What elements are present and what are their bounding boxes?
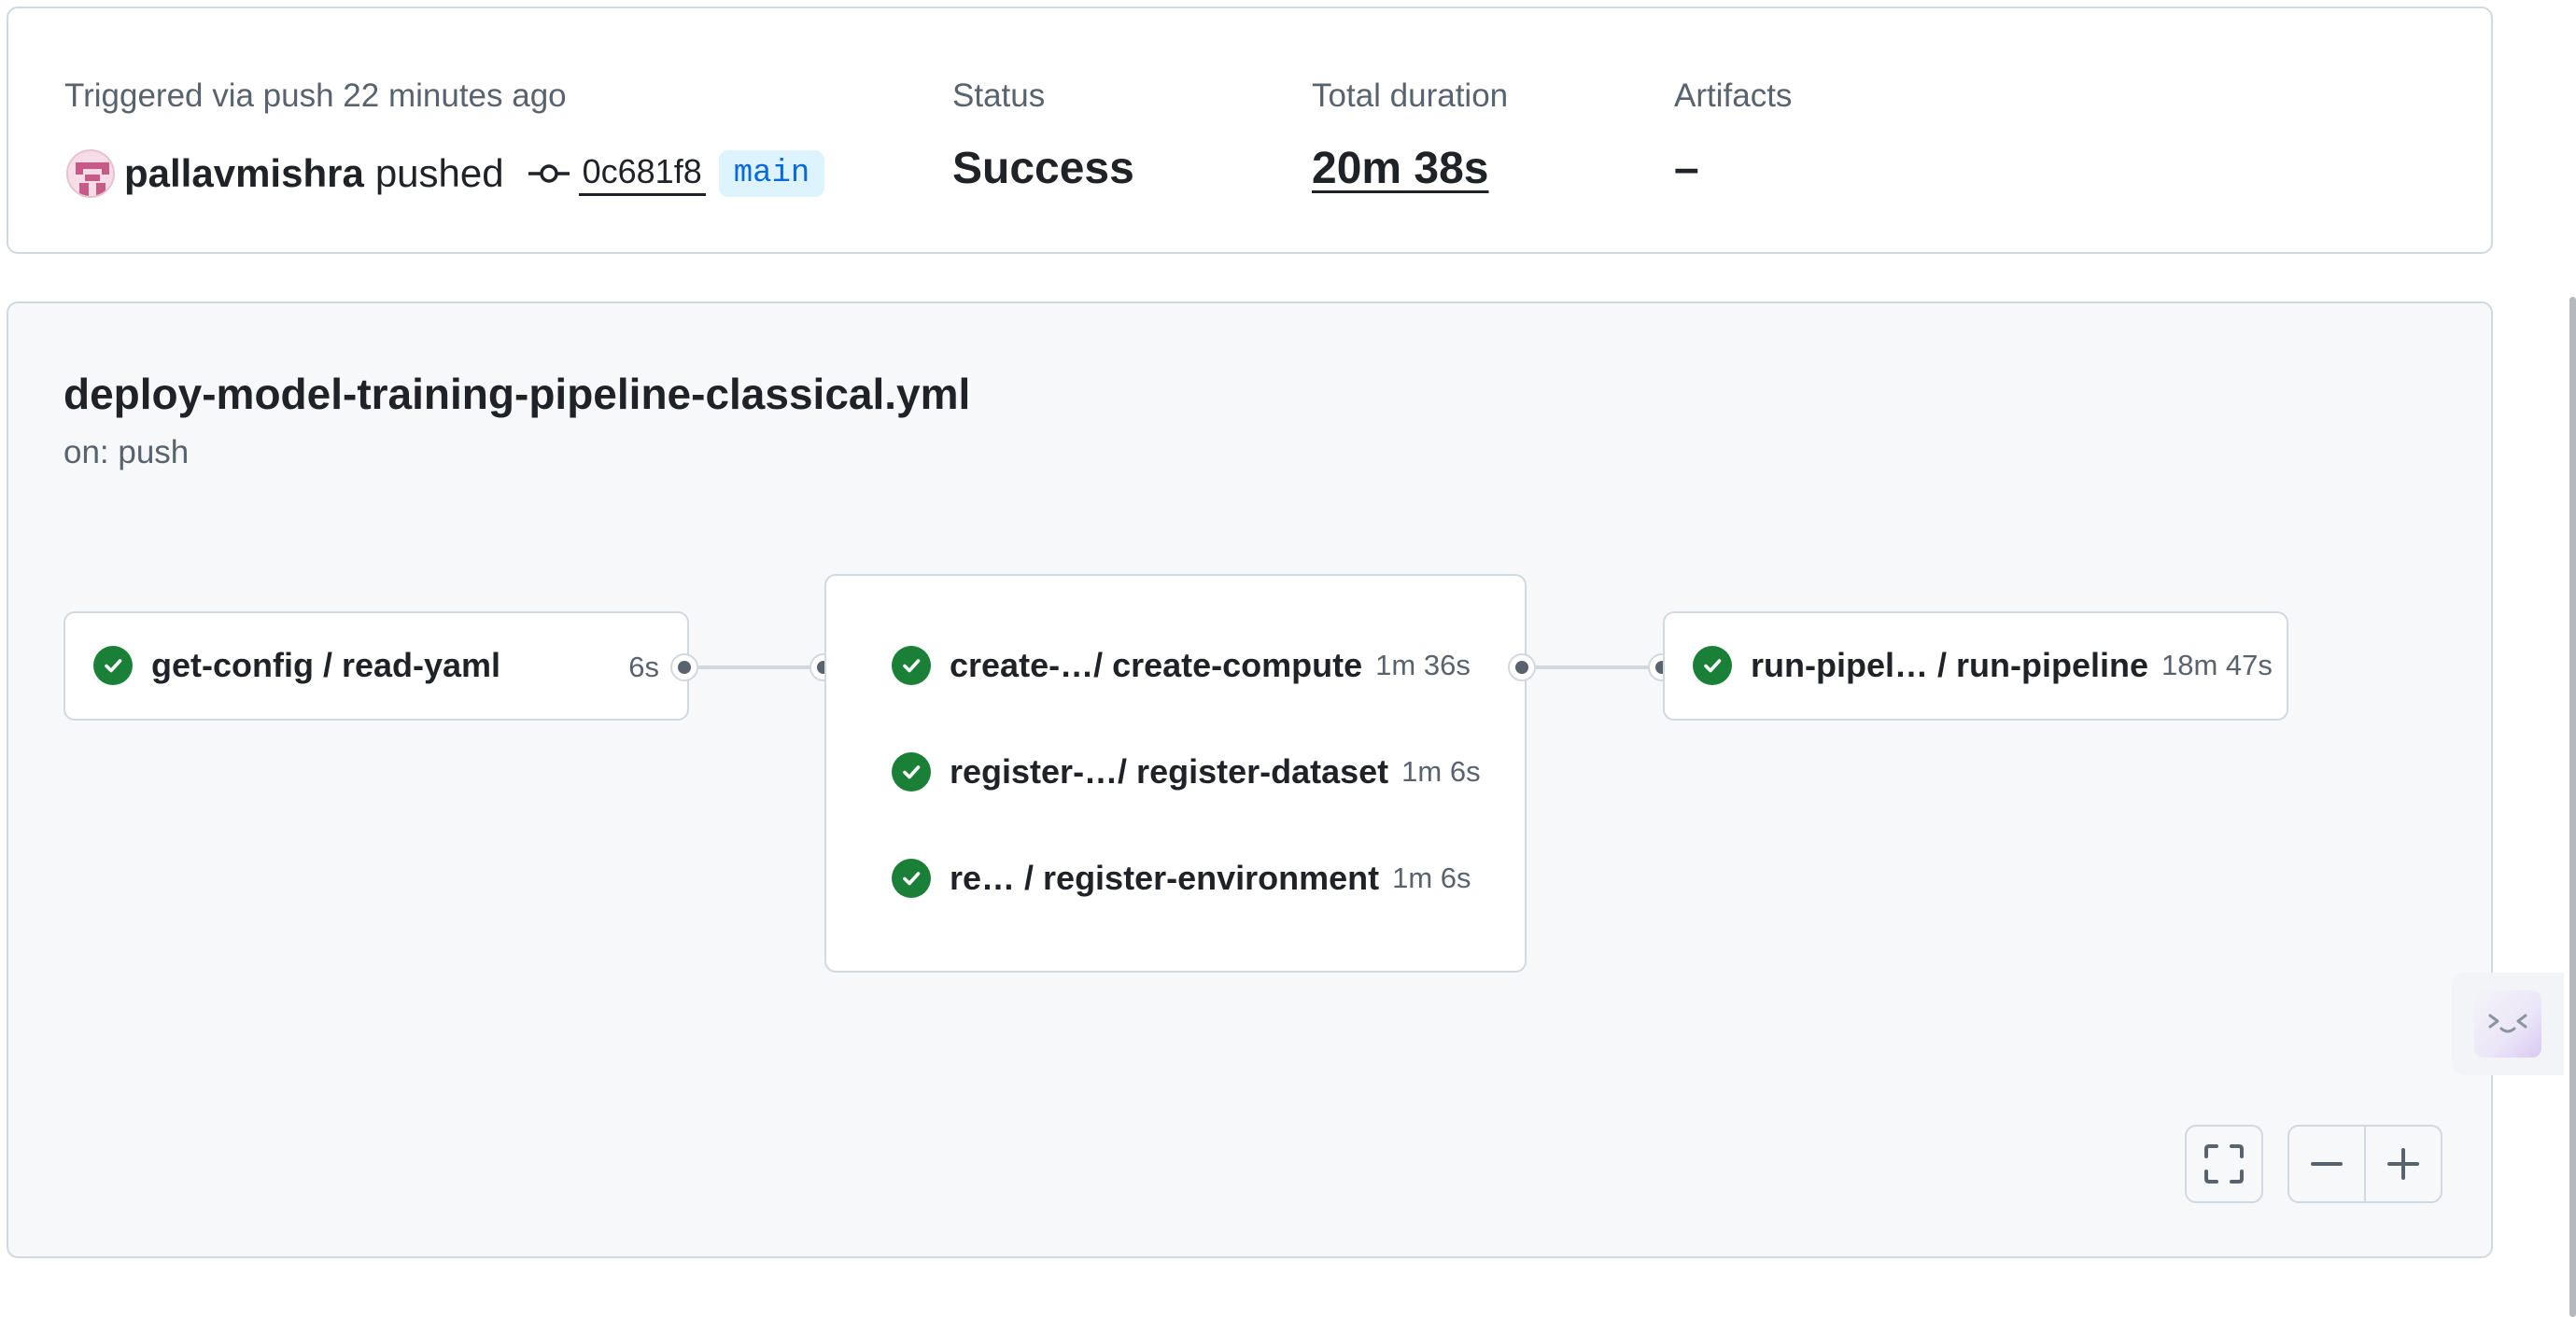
job-name: create-…/ create-compute	[950, 646, 1363, 684]
run-summary-card: Triggered via push 22 minutes ago pallav…	[7, 7, 2493, 254]
job-register-environment[interactable]: re… / register-environment 1m 6s	[892, 850, 1471, 906]
zoom-in-button[interactable]	[2364, 1127, 2441, 1201]
job-card-get-config[interactable]: get-config / read-yaml 6s	[63, 611, 689, 721]
minus-icon	[2311, 1162, 2343, 1166]
assistant-side-widget[interactable]	[2452, 973, 2564, 1075]
job-run-pipeline[interactable]: run-pipel… / run-pipeline 18m 47s	[1693, 637, 2273, 694]
assistant-icon	[2488, 1014, 2527, 1033]
job-duration: 1m 36s	[1375, 649, 1471, 681]
status-value: Success	[952, 144, 1134, 193]
zoom-out-button[interactable]	[2289, 1127, 2364, 1201]
status-label: Status	[952, 77, 1046, 114]
job-get-config[interactable]: get-config / read-yaml	[93, 637, 500, 694]
git-commit-icon	[528, 164, 570, 183]
job-name: run-pipel… / run-pipeline	[1751, 646, 2148, 684]
success-check-icon	[892, 859, 931, 898]
job-name: register-…/ register-dataset	[950, 752, 1389, 791]
graph-node-port	[1508, 653, 1536, 681]
job-create-compute[interactable]: create-…/ create-compute 1m 36s	[892, 637, 1471, 694]
graph-connector	[698, 666, 815, 669]
workflow-file-name[interactable]: deploy-model-training-pipeline-classical…	[63, 369, 970, 419]
artifacts-value: –	[1674, 144, 1699, 193]
page-scrollbar[interactable]	[2569, 297, 2576, 1317]
success-check-icon	[892, 646, 931, 685]
success-check-icon	[892, 752, 931, 792]
artifacts-label: Artifacts	[1674, 77, 1793, 114]
duration-label: Total duration	[1312, 77, 1509, 114]
avatar[interactable]	[66, 149, 115, 198]
trigger-details: pallavmishra pushed 0c681f8 main	[66, 147, 825, 201]
workflow-trigger: on: push	[63, 434, 190, 470]
commit-sha-link[interactable]: 0c681f8	[578, 152, 706, 196]
job-group-setup: create-…/ create-compute 1m 36s register…	[824, 574, 1527, 973]
job-duration: 6s	[628, 651, 659, 683]
branch-label[interactable]: main	[718, 150, 825, 197]
job-name: get-config / read-yaml	[151, 646, 501, 684]
job-card-run-pipeline[interactable]: run-pipel… / run-pipeline 18m 47s	[1663, 611, 2288, 721]
workflow-graph: deploy-model-training-pipeline-classical…	[7, 301, 2493, 1258]
plus-icon	[2387, 1148, 2419, 1180]
job-register-dataset[interactable]: register-…/ register-dataset 1m 6s	[892, 744, 1481, 800]
graph-node-port	[670, 653, 698, 681]
success-check-icon	[93, 646, 133, 685]
success-check-icon	[1693, 646, 1732, 685]
zoom-controls	[2287, 1125, 2442, 1203]
actor-link[interactable]: pallavmishra	[124, 151, 364, 196]
job-duration: 1m 6s	[1401, 755, 1481, 788]
job-duration: 1m 6s	[1392, 862, 1471, 894]
job-duration: 18m 47s	[2161, 649, 2273, 681]
duration-link[interactable]: 20m 38s	[1312, 143, 1489, 195]
trigger-label: Triggered via push 22 minutes ago	[64, 77, 567, 114]
fullscreen-button[interactable]	[2185, 1125, 2263, 1203]
graph-connector	[1536, 666, 1654, 669]
job-name: re… / register-environment	[950, 859, 1380, 897]
push-action-text: pushed	[374, 151, 504, 195]
fullscreen-icon	[2204, 1144, 2244, 1184]
